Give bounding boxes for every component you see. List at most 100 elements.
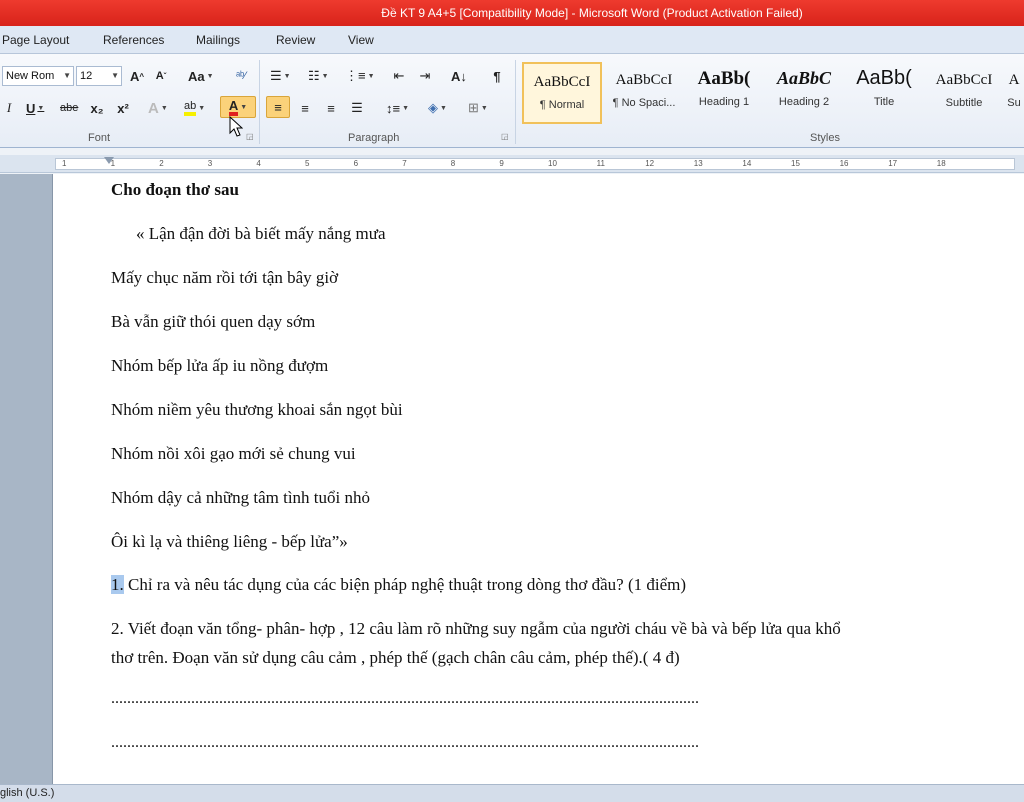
- numbering-button[interactable]: ☷ ▼: [308, 65, 329, 87]
- ruler-number: 10: [548, 159, 557, 168]
- ruler-number: 5: [305, 159, 310, 168]
- style-heading-2[interactable]: AaBbC Heading 2: [764, 62, 844, 124]
- paragraph-dialog-launcher-icon[interactable]: ◲: [501, 132, 509, 141]
- subscript-icon: x₂: [90, 100, 104, 116]
- superscript-icon: x²: [117, 100, 129, 116]
- highlight-button[interactable]: ab ▼: [184, 97, 205, 119]
- line-spacing-button[interactable]: ↕≡ ▼: [386, 97, 409, 119]
- sort-button[interactable]: A↓: [450, 65, 468, 87]
- grow-font-button[interactable]: A ^: [128, 65, 146, 87]
- style-preview: AaBbCcI: [615, 72, 673, 88]
- style-title[interactable]: AaBb( Title: [844, 62, 924, 124]
- style-name: ¶ Normal: [539, 99, 585, 111]
- question-2-line-1: 2. Viết đoạn văn tổng- phân- hợp , 12 câ…: [111, 619, 841, 638]
- align-right-button[interactable]: ≡: [322, 97, 340, 119]
- font-size-value: 12: [80, 70, 93, 82]
- poem-line: Nhóm nồi xôi gạo mới sẻ chung vui: [111, 444, 356, 463]
- tab-view[interactable]: View: [348, 33, 374, 47]
- change-case-icon: Aa: [188, 68, 205, 84]
- underline-button[interactable]: U ▼: [26, 97, 44, 119]
- text-effects-button[interactable]: A ▼: [148, 97, 168, 119]
- poem-line: Nhóm bếp lửa ấp iu nồng đượm: [111, 356, 329, 375]
- border-icon: ⊞: [468, 100, 479, 115]
- borders-button[interactable]: ⊞ ▼: [468, 97, 488, 119]
- style-normal[interactable]: AaBbCcI ¶ Normal: [522, 62, 602, 124]
- ruler-number: 17: [888, 159, 898, 168]
- change-case-button[interactable]: Aa ▼: [188, 65, 214, 87]
- clear-format-button[interactable]: ᵃᵇ⁄: [232, 65, 250, 87]
- style-name: Title: [873, 96, 895, 108]
- chevron-down-icon: ▼: [63, 71, 71, 80]
- increase-indent-button[interactable]: ⇥: [416, 65, 434, 87]
- style-name: Subtitle: [945, 97, 983, 109]
- highlighter-icon: ab: [184, 100, 197, 116]
- multilevel-list-button[interactable]: ⋮≡ ▼: [345, 65, 375, 87]
- shrink-font-icon: A: [155, 70, 164, 82]
- ruler-number: 11: [596, 159, 605, 168]
- style-subtle[interactable]: A Su: [1004, 62, 1024, 124]
- italic-button[interactable]: I: [0, 97, 18, 119]
- align-center-button[interactable]: ≡: [296, 97, 314, 119]
- style-no-spacing[interactable]: AaBbCcI ¶ No Spaci...: [604, 62, 684, 124]
- ruler-number: 3: [207, 159, 213, 168]
- align-left-button[interactable]: ≡: [266, 96, 290, 118]
- multilevel-list-icon: ⋮≡: [345, 68, 366, 83]
- tab-references[interactable]: References: [103, 33, 164, 47]
- decrease-indent-icon: ⇤: [393, 68, 405, 83]
- grow-font-icon: A: [129, 68, 140, 84]
- mouse-cursor-icon: [229, 116, 243, 137]
- align-left-icon: ≡: [274, 99, 282, 115]
- subscript-button[interactable]: x₂: [88, 97, 106, 119]
- poem-line: Mấy chục năm rồi tới tận bây giờ: [111, 268, 339, 287]
- tab-mailings[interactable]: Mailings: [196, 33, 240, 47]
- style-name: ¶ No Spaci...: [612, 97, 676, 109]
- style-preview: AaBbC: [776, 68, 832, 88]
- answer-line: ........................................…: [111, 690, 699, 707]
- question-1: 1. Chỉ ra và nêu tác dụng của các biện p…: [111, 575, 686, 595]
- paragraph-group-label: Paragraph: [348, 132, 400, 144]
- window-title: Đề KT 9 A4+5 [Compatibility Mode] - Micr…: [381, 6, 803, 20]
- horizontal-ruler[interactable]: 1 1 2 3 4 5 6 7 8 9 10 11 12 13 14 15 16 17 18: [0, 155, 1024, 173]
- strikethrough-icon: abe: [60, 102, 79, 114]
- tab-page-layout[interactable]: Page Layout: [2, 33, 69, 47]
- document-page[interactable]: Cho đoạn thơ sau « Lận đận đời bà biết m…: [52, 174, 1024, 784]
- underline-icon: U: [26, 100, 36, 116]
- answer-line: ........................................…: [111, 734, 699, 751]
- paint-bucket-icon: ◈: [428, 100, 438, 115]
- ruler-number: 13: [693, 159, 703, 168]
- language-indicator[interactable]: glish (U.S.): [0, 787, 54, 799]
- group-divider: [515, 60, 516, 144]
- align-right-icon: ≡: [327, 100, 335, 116]
- ruler-number: 7: [402, 159, 407, 168]
- shrink-font-button[interactable]: Aˇ: [152, 65, 170, 87]
- bullets-button[interactable]: ☰ ▼: [270, 65, 291, 87]
- shading-button[interactable]: ◈ ▼: [428, 97, 447, 119]
- selected-text[interactable]: 1.: [111, 575, 124, 594]
- ruler-number: 9: [499, 159, 504, 168]
- tab-review[interactable]: Review: [276, 33, 315, 47]
- decrease-indent-button[interactable]: ⇤: [390, 65, 408, 87]
- align-center-icon: ≡: [301, 100, 309, 116]
- style-subtitle[interactable]: AaBbCcI Subtitle: [924, 62, 1004, 124]
- style-heading-1[interactable]: AaBb( Heading 1: [684, 62, 764, 124]
- superscript-button[interactable]: x²: [114, 97, 132, 119]
- style-preview: AaBbCcI: [935, 72, 993, 88]
- show-formatting-button[interactable]: ¶: [488, 65, 506, 87]
- sort-icon: A↓: [451, 68, 467, 84]
- ruler-number: 2: [159, 159, 164, 168]
- strikethrough-button[interactable]: abe: [60, 97, 78, 119]
- ruler-number: 12: [645, 159, 655, 168]
- eraser-icon: ᵃᵇ⁄: [235, 70, 247, 82]
- font-size-combo[interactable]: 12 ▼: [76, 66, 122, 86]
- indent-marker-icon[interactable]: [104, 157, 114, 164]
- ribbon-tabs: Page Layout References Mailings Review V…: [0, 26, 1024, 54]
- justify-button[interactable]: ☰: [348, 97, 366, 119]
- font-dialog-launcher-icon[interactable]: ◲: [246, 132, 254, 141]
- font-color-button[interactable]: A ▼: [220, 96, 256, 118]
- group-divider: [259, 60, 260, 144]
- poem-line: Ôi kì lạ và thiêng liêng - bếp lửa”»: [111, 532, 348, 551]
- increase-indent-icon: ⇥: [419, 68, 431, 83]
- font-name-combo[interactable]: New Rom ▼: [2, 66, 74, 86]
- question-1-text: Chỉ ra và nêu tác dụng của các biện pháp…: [123, 575, 687, 594]
- chevron-down-icon: ▼: [111, 71, 119, 80]
